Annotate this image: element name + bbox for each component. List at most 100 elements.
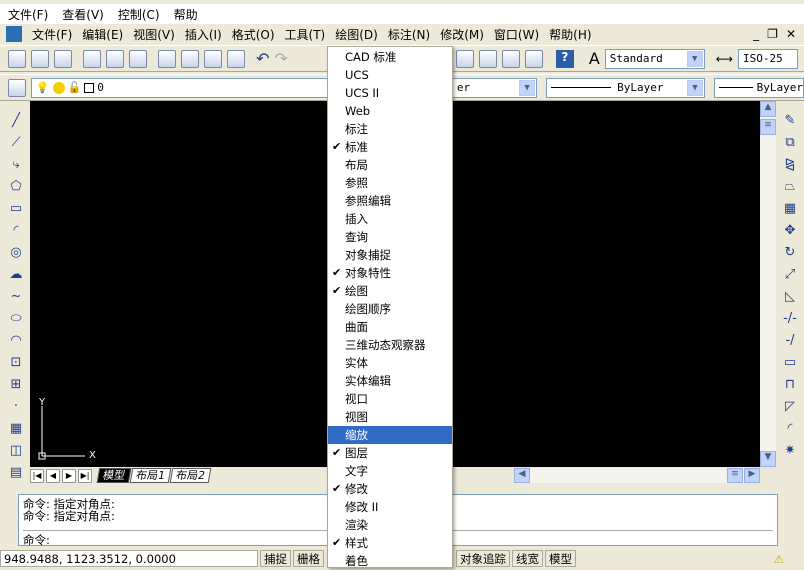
menu-item[interactable]: ✔ 绘图 [328, 282, 452, 300]
status-toggle[interactable]: 模型 [545, 550, 576, 567]
menu-item[interactable]: 缩放 [328, 426, 452, 444]
quick-calc-icon[interactable] [524, 49, 543, 68]
markup-icon[interactable] [501, 49, 520, 68]
new-icon[interactable] [8, 49, 26, 68]
warning-icon[interactable]: ⚠ [774, 552, 784, 566]
ellipse-arc-icon[interactable]: ◠ [8, 332, 24, 350]
preview-icon[interactable] [106, 49, 124, 68]
polyline-icon[interactable]: ⤷ [8, 156, 24, 174]
menu-item[interactable]: 布局 [328, 156, 452, 174]
rectangle-icon[interactable]: ▭ [8, 200, 24, 218]
menu-item[interactable]: ✔ 图层 [328, 444, 452, 462]
join-icon[interactable]: ⊓ [782, 376, 798, 394]
restore-button[interactable]: ❐ [767, 27, 778, 41]
point-icon[interactable]: · [8, 398, 24, 416]
menu-item[interactable]: 标注 [328, 120, 452, 138]
layer-manager-icon[interactable] [8, 78, 26, 97]
offset-icon[interactable]: ⏢ [782, 178, 798, 196]
menu-item[interactable]: 视口 [328, 390, 452, 408]
line-icon[interactable]: ╱ [8, 112, 24, 130]
menu-item[interactable]: 实体 [328, 354, 452, 372]
menu-item[interactable]: 渲染 [328, 516, 452, 534]
menu-item[interactable]: 绘图顺序 [328, 300, 452, 318]
print-icon[interactable] [83, 49, 101, 68]
break-icon[interactable]: ▭ [782, 354, 798, 372]
menu-item[interactable]: 曲面 [328, 318, 452, 336]
next-tab-button[interactable]: ▶ [62, 468, 76, 483]
arc-icon[interactable]: ◜ [8, 222, 24, 240]
insert-block-icon[interactable]: ⊡ [8, 354, 24, 372]
cloud-icon[interactable]: ☁ [8, 266, 24, 284]
first-tab-button[interactable]: |◀ [30, 468, 44, 483]
array-icon[interactable]: ▦ [782, 200, 798, 218]
status-toggle[interactable]: 捕捉 [260, 550, 291, 567]
extend-icon[interactable]: -/ [782, 332, 798, 350]
menu-item[interactable]: ✔ 标准 [328, 138, 452, 156]
match-properties-icon[interactable] [227, 49, 245, 68]
menu-item[interactable]: 查询 [328, 228, 452, 246]
menu-item[interactable]: 控制(C) [118, 6, 160, 23]
menu-item[interactable]: 文件(F) [8, 6, 48, 23]
vertical-scrollbar[interactable]: ▲ ≡ ▼ [760, 101, 776, 467]
menu-item[interactable]: 帮助(H) [549, 26, 591, 43]
menu-item[interactable]: UCS II [328, 84, 452, 102]
construction-line-icon[interactable]: ⟋ [8, 134, 24, 152]
menu-item[interactable]: 插入(I) [185, 26, 222, 43]
status-toggle[interactable]: 对象追踪 [456, 550, 510, 567]
layer-select[interactable]: 💡 🔓 0 er ▼ [30, 77, 538, 98]
close-button[interactable]: ✕ [786, 27, 796, 41]
scale-icon[interactable]: ⤢ [782, 266, 798, 284]
menu-item[interactable]: 修改(M) [440, 26, 484, 43]
trim-icon[interactable]: -/- [782, 310, 798, 328]
fillet-icon[interactable]: ◜ [782, 420, 798, 438]
menu-item[interactable]: 对象捕捉 [328, 246, 452, 264]
menu-item[interactable]: ✔ 对象特性 [328, 264, 452, 282]
sheet-set-icon[interactable] [478, 49, 497, 68]
menu-item[interactable]: 视图 [328, 408, 452, 426]
region-icon[interactable]: ◫ [8, 442, 24, 460]
paste-icon[interactable] [204, 49, 222, 68]
tab-2[interactable]: 布局2 [169, 468, 212, 483]
menu-item[interactable]: 绘图(D) [335, 26, 378, 43]
stretch-icon[interactable]: ◺ [782, 288, 798, 306]
make-block-icon[interactable]: ⊞ [8, 376, 24, 394]
menu-item[interactable]: 编辑(E) [82, 26, 123, 43]
lineweight-select[interactable]: ByLayer [714, 77, 804, 98]
ellipse-icon[interactable]: ⬭ [8, 310, 24, 328]
menu-item[interactable]: 参照 [328, 174, 452, 192]
menu-item[interactable]: 三维动态观察器 [328, 336, 452, 354]
circle-icon[interactable]: ◎ [8, 244, 24, 262]
menu-item[interactable]: 参照编辑 [328, 192, 452, 210]
hatch-icon[interactable]: ▦ [8, 420, 24, 438]
help-icon[interactable]: ? [555, 49, 574, 68]
status-toggle[interactable]: 线宽 [512, 550, 543, 567]
status-toggle[interactable]: 栅格 [293, 550, 324, 567]
menu-item[interactable]: 查看(V) [62, 6, 104, 23]
menu-item[interactable]: 窗口(W) [494, 26, 539, 43]
menu-item[interactable]: ✔ 修改 [328, 480, 452, 498]
copy-object-icon[interactable]: ⧉ [782, 134, 798, 152]
save-icon[interactable] [54, 49, 72, 68]
linetype-select[interactable]: ByLayer ▼ [546, 77, 705, 98]
menu-item[interactable]: 视图(V) [133, 26, 175, 43]
cut-icon[interactable] [158, 49, 176, 68]
publish-icon[interactable] [129, 49, 147, 68]
menu-item[interactable]: 帮助 [174, 6, 198, 23]
menu-item[interactable]: 格式(O) [232, 26, 275, 43]
mirror-icon[interactable]: ⧎ [782, 156, 798, 174]
menu-item[interactable]: UCS [328, 66, 452, 84]
copy-icon[interactable] [181, 49, 199, 68]
table-icon[interactable]: ▤ [8, 464, 24, 482]
dim-style-select[interactable]: ISO-25 [737, 48, 798, 69]
open-icon[interactable] [31, 49, 49, 68]
menu-item[interactable]: ✔ 样式 [328, 534, 452, 552]
menu-item[interactable]: CAD 标准 [328, 48, 452, 66]
minimize-button[interactable]: _ [753, 27, 759, 41]
menu-item[interactable]: 标注(N) [388, 26, 430, 43]
move-icon[interactable]: ✥ [782, 222, 798, 240]
menu-item[interactable]: 工具(T) [285, 26, 326, 43]
menu-item[interactable]: 文字 [328, 462, 452, 480]
chamfer-icon[interactable]: ◸ [782, 398, 798, 416]
menu-item[interactable]: 插入 [328, 210, 452, 228]
explode-icon[interactable]: ✷ [782, 442, 798, 460]
